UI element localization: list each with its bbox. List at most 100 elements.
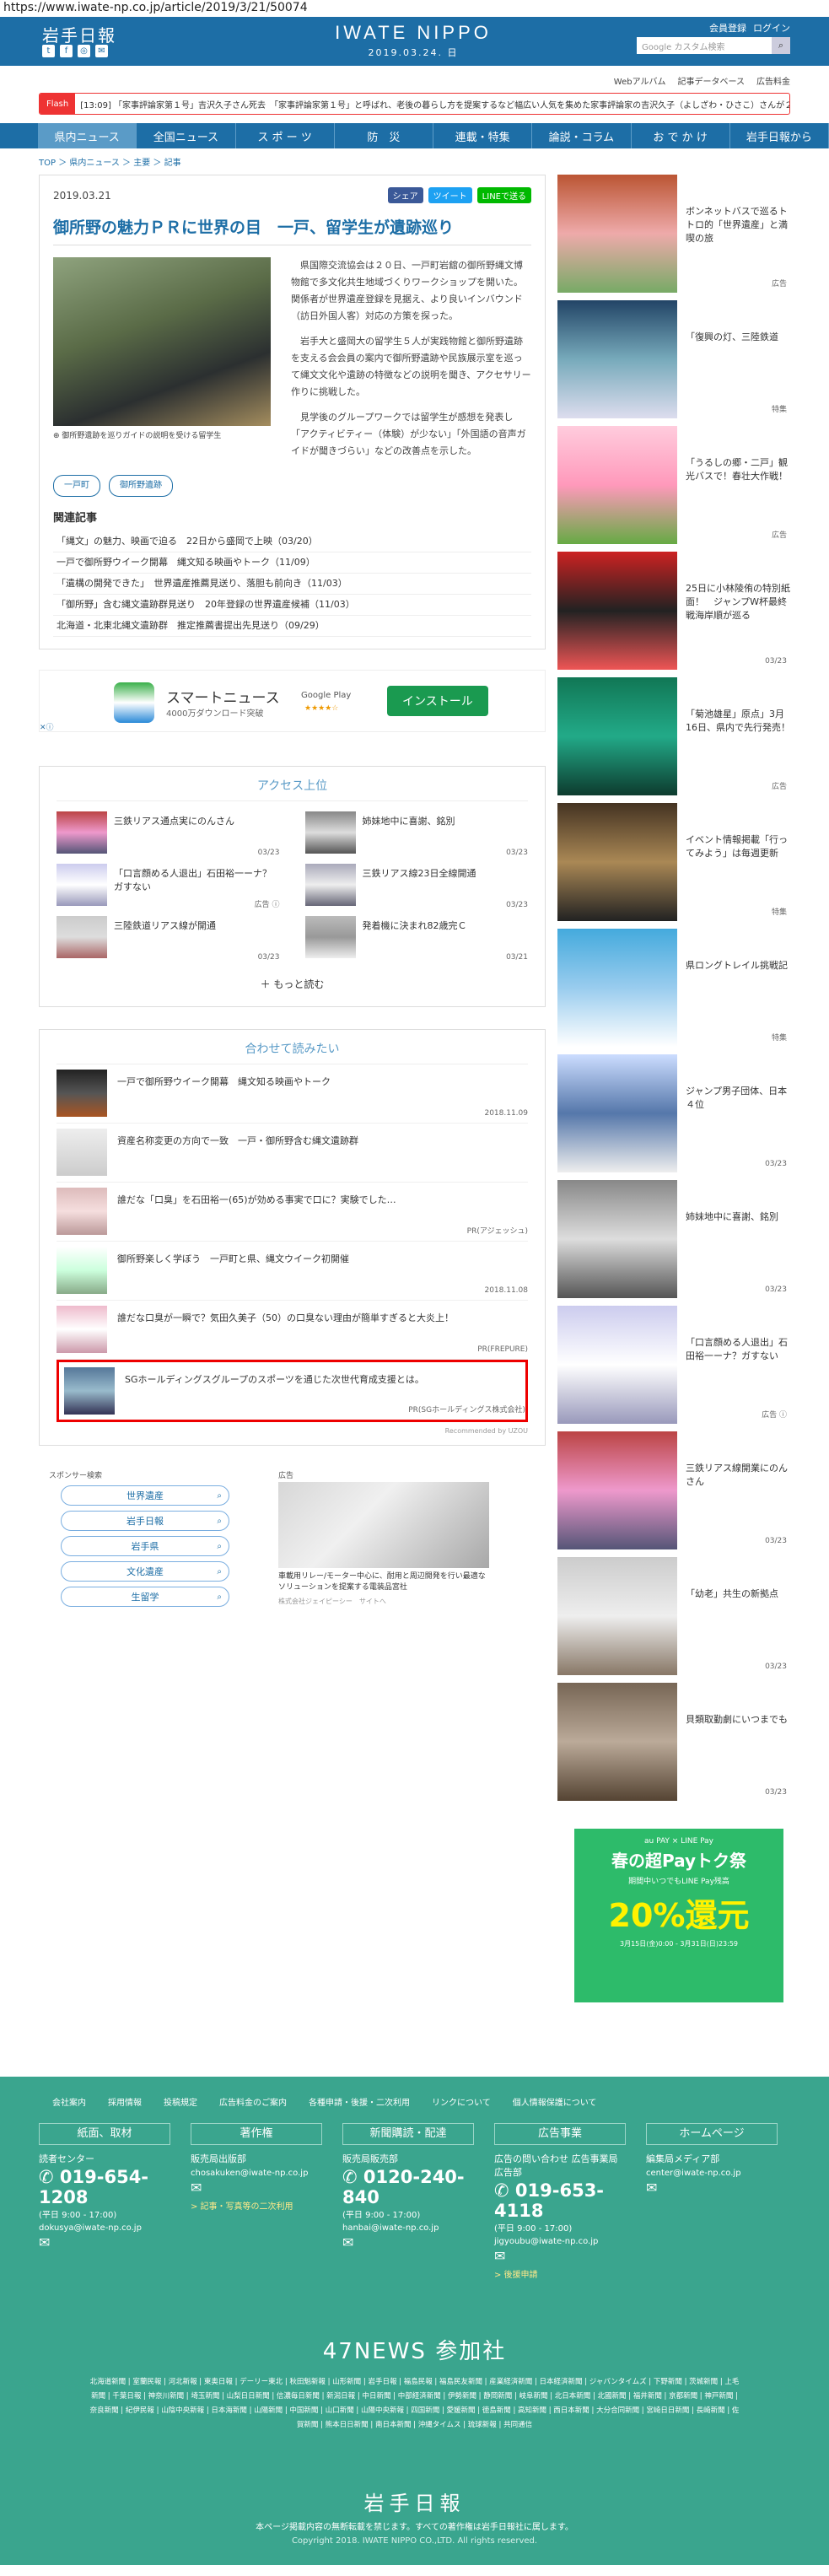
twitter-icon[interactable]: t bbox=[42, 45, 55, 57]
related-item[interactable]: 「縄文」の魅力、映画で迫る 22日から盛岡で上映（03/20） bbox=[53, 531, 531, 552]
tag-goshono[interactable]: 御所野遺跡 bbox=[109, 475, 173, 497]
related-item[interactable]: 「御所野」含む縄文遺跡群見送り 20年登録の世界遺産候補（11/03） bbox=[53, 595, 531, 616]
nav-from-nippo[interactable]: 岩手日報から bbox=[730, 123, 829, 148]
facebook-share-button[interactable]: シェア bbox=[387, 187, 423, 203]
nav-disaster[interactable]: 防 災 bbox=[335, 123, 433, 148]
recommended-by[interactable]: Recommended by UZOU bbox=[57, 1427, 528, 1435]
email-address[interactable]: dokusya@iwate-np.co.jp bbox=[39, 2223, 170, 2233]
sponsor-link[interactable]: 生留学 ⌕ bbox=[61, 1587, 229, 1607]
adchoices-icon[interactable]: ✕ⓘ bbox=[40, 721, 54, 732]
envelope-icon[interactable]: ✉ bbox=[494, 2248, 626, 2264]
sidebar-item[interactable]: 姉妹地中に喜謝、銘別 03/23 bbox=[557, 1180, 790, 1306]
secondary-use-link[interactable]: > 記事・写真等の二次利用 bbox=[191, 2199, 322, 2212]
nav-national-news[interactable]: 全国ニュース bbox=[137, 123, 236, 148]
photo-caption: ⊕ 御所野遺跡を巡りガイドの説明を受ける留学生 bbox=[53, 428, 271, 445]
email-address[interactable]: center@iwate-np.co.jp bbox=[646, 2169, 778, 2178]
nav-sports[interactable]: ス ポ ー ツ bbox=[236, 123, 335, 148]
address-bar[interactable]: https://www.iwate-np.co.jp/article/2019/… bbox=[0, 0, 829, 17]
sidebar-item[interactable]: ジャンプ男子団体、日本４位 03/23 bbox=[557, 1054, 790, 1180]
envelope-icon[interactable]: ✉ bbox=[342, 2234, 474, 2250]
sidebar-item[interactable]: 貝類取勤劇にいつまでも 03/23 bbox=[557, 1683, 790, 1808]
sidebar-item[interactable]: 三鉄リアス線開業にのんさん 03/23 bbox=[557, 1431, 790, 1557]
envelope-icon[interactable]: ✉ bbox=[191, 2180, 322, 2196]
tag-ichinohe[interactable]: 一戸町 bbox=[53, 475, 100, 497]
phone-number[interactable]: ✆ 019-653-4118 bbox=[494, 2180, 626, 2221]
sponsor-link[interactable]: 世界遺産 ⌕ bbox=[61, 1485, 229, 1506]
smartnews-ad[interactable]: スマートニュース 4000万ダウンロード突破 Google Play ★★★★☆… bbox=[39, 670, 546, 732]
sponsor-link[interactable]: 岩手日報 ⌕ bbox=[61, 1511, 229, 1531]
article-photo[interactable]: ⊕ 御所野遺跡を巡りガイドの説明を受ける留学生 bbox=[53, 257, 271, 445]
related-item[interactable]: 一戸で御所野ウイーク開幕 縄文知る映画やトーク（11/09） bbox=[53, 552, 531, 574]
footer-link[interactable]: リンクについて bbox=[432, 2095, 491, 2108]
list-item[interactable]: 一戸で御所野ウイーク開幕 縄文知る映画やトーク 2018.11.09 bbox=[57, 1064, 528, 1124]
email-address[interactable]: chosakuken@iwate-np.co.jp bbox=[191, 2169, 322, 2178]
sidebar-item[interactable]: 県ロングトレイル挑戦記 特集 bbox=[557, 929, 790, 1054]
ranking-item[interactable]: 「口言顔める人退出」石田裕一ーナ？ガすない 広告 ⓘ bbox=[57, 864, 280, 916]
sidebar-item[interactable]: 「口言顔める人退出」石田裕一ーナ？ガすない 広告 ⓘ bbox=[557, 1306, 790, 1431]
ranking-item[interactable]: 姉妹地中に喜謝、銘別 03/23 bbox=[304, 811, 528, 864]
nav-series[interactable]: 連載・特集 bbox=[433, 123, 533, 148]
footer-link[interactable]: 採用情報 bbox=[108, 2095, 142, 2108]
paypay-ad[interactable]: au PAY × LINE Pay 春の超Payトク祭 期間中いつでもLINE … bbox=[574, 1829, 783, 2002]
list-item[interactable]: 御所野楽しく学ぼう 一戸町と県、縄文ウイーク初開催 2018.11.08 bbox=[57, 1242, 528, 1301]
ranking-item[interactable]: 三陸鉄道リアス線が開通 03/23 bbox=[57, 916, 280, 968]
list-item[interactable]: 誰だな口臭が一瞬で？気田久美子（50）の口臭ない理由が簡単すぎると大炎上！ PR(… bbox=[57, 1301, 528, 1360]
site-logo[interactable]: 岩手日報 bbox=[42, 22, 116, 46]
mail-icon[interactable]: ✉ bbox=[95, 45, 108, 57]
install-button[interactable]: インストール bbox=[387, 686, 488, 716]
ranking-item[interactable]: 発着機に決まれ82歳完Ｃ 03/21 bbox=[304, 916, 528, 968]
flash-news-ticker[interactable]: Flash [13:09] 「家事評論家第１号」吉沢久子さん死去 「家事評論家第… bbox=[39, 93, 790, 115]
sidebar-item[interactable]: イベント情報掲載「行ってみよう」は毎週更新 特集 bbox=[557, 803, 790, 929]
nav-column[interactable]: 論説・コラム bbox=[532, 123, 632, 148]
envelope-icon[interactable]: ✉ bbox=[39, 2234, 170, 2250]
ad-rates-link[interactable]: 広告料金 bbox=[756, 74, 790, 87]
login-link[interactable]: ログイン bbox=[753, 21, 790, 35]
highlighted-list-item[interactable]: SGホールディングスグループのスポーツを通じた次世代育成支援とは。 PR(SGホー… bbox=[57, 1360, 528, 1422]
email-address[interactable]: hanbai@iwate-np.co.jp bbox=[342, 2223, 474, 2233]
related-item[interactable]: 「遺構の開発できた」 世界遺産推薦見送り、落胆も前向き（11/03） bbox=[53, 574, 531, 595]
member-papers[interactable]: 北海道新聞 | 室蘭民報 | 河北新報 | 東奥日報 | デーリー東北 | 秋田… bbox=[39, 2375, 790, 2433]
phone-number[interactable]: ✆ 019-654-1208 bbox=[39, 2167, 170, 2207]
sidebar-date: 特集 bbox=[771, 908, 787, 917]
register-link[interactable]: 会員登録 bbox=[709, 21, 746, 35]
center-logo[interactable]: IWATE NIPPO 2019.03.24. 日 bbox=[325, 22, 502, 59]
footer-link[interactable]: 広告料金のご案内 bbox=[219, 2095, 287, 2108]
sidebar-item[interactable]: ボンネットバスで巡るトトロ的「世界遺産」と満喫の旅 広告 bbox=[557, 175, 790, 300]
more-button[interactable]: ＋ もっと読む bbox=[57, 977, 528, 996]
facebook-icon[interactable]: f bbox=[60, 45, 73, 57]
phone-number[interactable]: ✆ 0120-240-840 bbox=[342, 2167, 474, 2207]
nav-local-news[interactable]: 県内ニュース bbox=[38, 123, 137, 148]
sidebar-item[interactable]: 「菊池雄星」原点」3月16日、県内で先行発売！ 広告 bbox=[557, 677, 790, 803]
email-address[interactable]: jigyoubu@iwate-np.co.jp bbox=[494, 2237, 626, 2246]
list-item[interactable]: 誰だな「口臭」を石田裕一(65)が効める事実で口に？実験でした… PR(アジェッシ… bbox=[57, 1183, 528, 1242]
ranking-item[interactable]: 三鉄リアス線23日全線開通 03/23 bbox=[304, 864, 528, 916]
ranking-item[interactable]: 三鉄リアス通点実にのんさん 03/23 bbox=[57, 811, 280, 864]
sponsor-link[interactable]: 文化遺産 ⌕ bbox=[61, 1561, 229, 1582]
web-album-link[interactable]: Webアルバム bbox=[614, 74, 666, 87]
search-icon[interactable]: ⌕ bbox=[772, 37, 790, 54]
sidebar-item[interactable]: 25日に小林陵侑の特別紙面！ ジャンプW杯最終戦海岸順が巡る 03/23 bbox=[557, 552, 790, 677]
nav-outing[interactable]: お で か け bbox=[632, 123, 730, 148]
thumbnail bbox=[557, 552, 677, 670]
sponsorship-link[interactable]: > 後援申請 bbox=[494, 2267, 626, 2280]
footer-link[interactable]: 投稿規定 bbox=[164, 2095, 197, 2108]
footer-link[interactable]: 各種申請・後援・二次利用 bbox=[309, 2095, 410, 2108]
related-item[interactable]: 北海道・北東北縄文遺跡群 推定推薦書提出先見送り（09/29） bbox=[53, 616, 531, 637]
sidebar-item[interactable]: 「うるしの郷・二戸」観光バスで！春壮大作戦！ 広告 bbox=[557, 426, 790, 552]
tweet-button[interactable]: ツイート bbox=[428, 187, 472, 203]
copyright: 本ページ掲載内容の無断転載を禁じます。すべての著作権は岩手日報社に属します。 C… bbox=[39, 2521, 790, 2548]
list-item[interactable]: 資産名称変更の方向で一致 一戸・御所野含む縄文遺跡群 bbox=[57, 1124, 528, 1183]
relay-ad[interactable]: 広告 車載用リレー/モーター中心に、耐用と周辺開発を行い最適なソリューションを提… bbox=[278, 1469, 489, 1607]
search-input[interactable]: Google カスタム検索 bbox=[637, 37, 772, 54]
breadcrumb[interactable]: TOP ＞ 県内ニュース ＞ 主要 ＞ 記事 bbox=[0, 148, 829, 175]
sponsor-link[interactable]: 岩手県 ⌕ bbox=[61, 1536, 229, 1556]
sidebar-item[interactable]: 「復興の灯、三陸鉄道 特集 bbox=[557, 300, 790, 426]
footer-link[interactable]: 会社案内 bbox=[52, 2095, 86, 2108]
footer-logo[interactable]: 岩手日報 bbox=[39, 2487, 790, 2516]
sidebar-item[interactable]: 「幼老」共生の新拠点 03/23 bbox=[557, 1557, 790, 1683]
line-share-button[interactable]: LINEで送る bbox=[476, 187, 531, 203]
footer-link[interactable]: 個人情報保護について bbox=[513, 2095, 597, 2108]
article-database-link[interactable]: 記事データベース bbox=[678, 74, 746, 87]
envelope-icon[interactable]: ✉ bbox=[646, 2180, 778, 2196]
instagram-icon[interactable]: ◎ bbox=[78, 45, 90, 57]
